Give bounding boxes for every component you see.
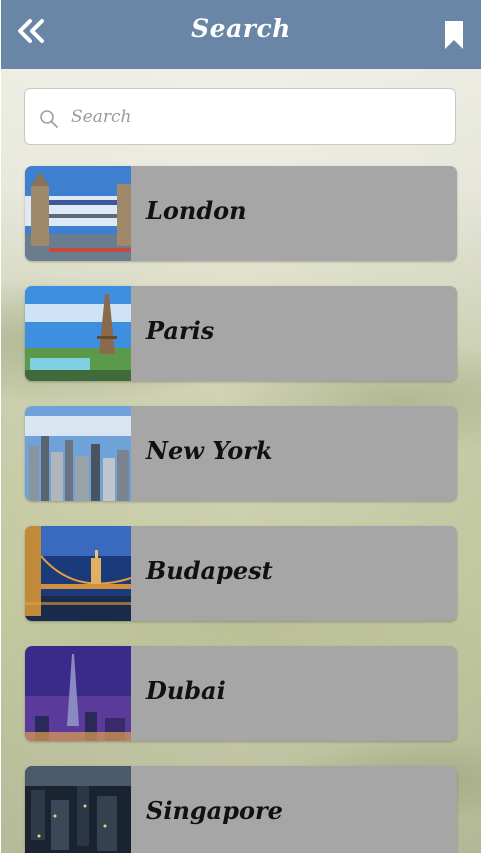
city-name: London bbox=[146, 196, 247, 225]
list-item-singapore[interactable]: Singapore bbox=[25, 766, 457, 853]
new-york-thumbnail bbox=[25, 406, 131, 501]
list-item-dubai[interactable]: Dubai bbox=[25, 646, 457, 741]
dubai-thumbnail bbox=[25, 646, 131, 741]
budapest-thumbnail bbox=[25, 526, 131, 621]
list-item-new-york[interactable]: New York bbox=[25, 406, 457, 501]
city-name: Singapore bbox=[146, 796, 283, 825]
paris-thumbnail bbox=[25, 286, 131, 381]
city-name: Paris bbox=[146, 316, 215, 345]
list-item-budapest[interactable]: Budapest bbox=[25, 526, 457, 621]
list-item-paris[interactable]: Paris bbox=[25, 286, 457, 381]
search-input[interactable] bbox=[69, 101, 443, 133]
city-name: Budapest bbox=[146, 556, 273, 585]
search-icon bbox=[40, 110, 58, 128]
bookmark-icon bbox=[445, 21, 463, 49]
bookmark-button[interactable] bbox=[442, 19, 466, 51]
city-name: New York bbox=[146, 436, 273, 465]
london-thumbnail bbox=[25, 166, 131, 261]
city-name: Dubai bbox=[146, 676, 226, 705]
singapore-thumbnail bbox=[25, 766, 131, 853]
page-title: Search bbox=[191, 14, 291, 43]
app-screen: Search Search London Paris New York Buda… bbox=[1, 0, 481, 853]
search-bar[interactable] bbox=[24, 88, 456, 145]
list-item-london[interactable]: London bbox=[25, 166, 457, 261]
top-app-bar: Search bbox=[1, 0, 481, 69]
